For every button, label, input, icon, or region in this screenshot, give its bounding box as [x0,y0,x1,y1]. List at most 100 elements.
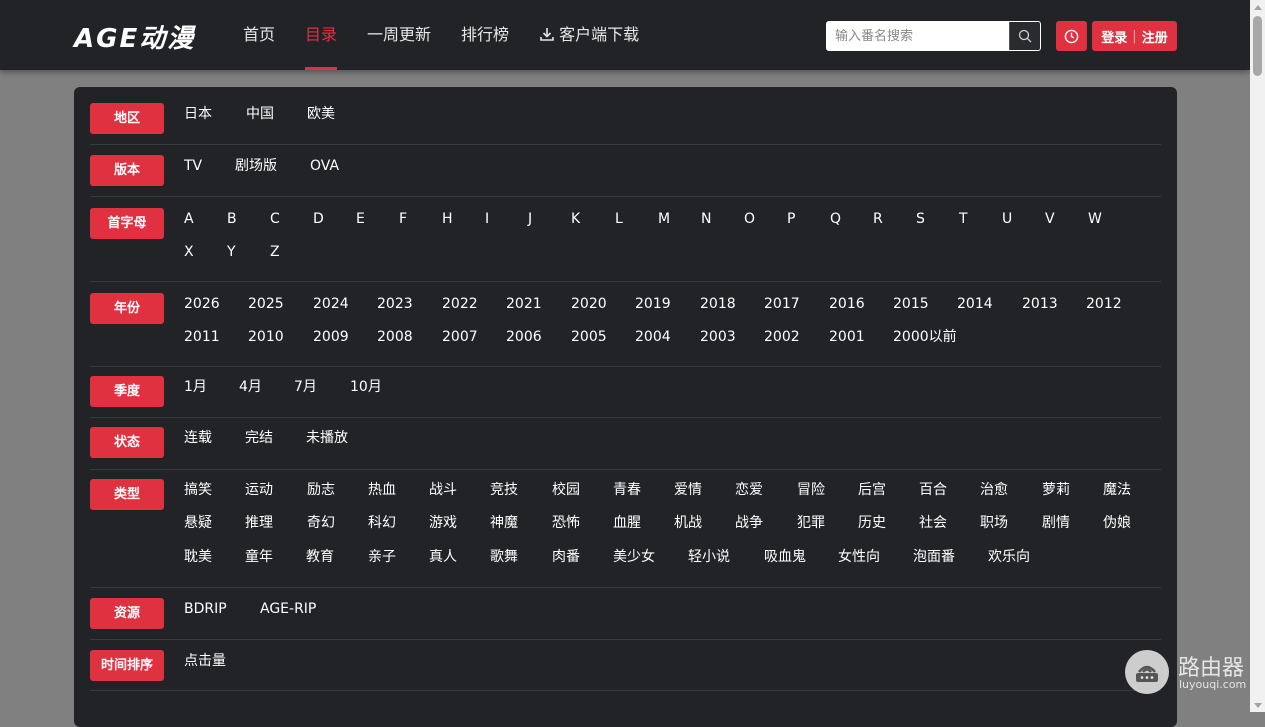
filter-option[interactable]: 伪娘 [1103,513,1131,533]
filter-option[interactable]: 欧美 [307,104,335,124]
filter-option[interactable]: 机战 [674,513,702,533]
filter-option[interactable]: Z [270,242,280,262]
filter-option[interactable]: 血腥 [613,513,641,533]
filter-option[interactable]: E [356,209,365,229]
filter-option[interactable]: 点击量 [184,651,226,671]
filter-option[interactable]: S [916,209,925,229]
filter-option[interactable]: 神魔 [490,513,518,533]
filter-option[interactable]: 励志 [307,480,335,500]
filter-option[interactable]: 2013 [1022,294,1058,314]
filter-option[interactable]: H [442,209,453,229]
filter-option[interactable]: 2004 [635,327,671,347]
filter-option[interactable]: 恐怖 [552,513,580,533]
nav-home[interactable]: 首页 [243,0,275,70]
search-button[interactable] [1009,22,1040,50]
filter-option[interactable]: BDRIP [184,599,227,619]
filter-option[interactable]: 2005 [571,327,607,347]
filter-option[interactable]: 1月 [184,377,207,397]
filter-option[interactable]: 竞技 [490,480,518,500]
filter-option[interactable]: Y [227,242,236,262]
filter-option[interactable]: T [959,209,968,229]
register-link[interactable]: 注册 [1142,27,1168,46]
search-input[interactable] [827,22,1009,50]
nav-catalog[interactable]: 目录 [305,0,338,70]
scroll-up-arrow-icon[interactable] [1250,0,1265,14]
filter-option[interactable]: 2025 [248,294,284,314]
filter-option[interactable]: 萝莉 [1042,480,1070,500]
filter-option[interactable]: 教育 [306,547,334,567]
filter-option[interactable]: O [744,209,755,229]
filter-option[interactable]: 百合 [919,480,947,500]
filter-option[interactable]: 爱情 [674,480,702,500]
filter-option[interactable]: 游戏 [429,513,457,533]
filter-option[interactable]: J [528,209,532,229]
filter-option[interactable]: 轻小说 [688,547,730,567]
filter-option[interactable]: 耽美 [184,547,212,567]
filter-option[interactable]: 战斗 [429,480,457,500]
filter-option[interactable]: 日本 [184,104,212,124]
filter-option[interactable]: 2011 [184,327,220,347]
nav-client-download[interactable]: 客户端下载 [539,0,639,70]
filter-option[interactable]: OVA [310,156,339,176]
filter-option[interactable]: 2019 [635,294,671,314]
filter-option[interactable]: K [571,209,580,229]
filter-option[interactable]: 悬疑 [184,513,212,533]
filter-option[interactable]: 2009 [313,327,349,347]
filter-option[interactable]: A [184,209,194,229]
filter-option[interactable]: 搞笑 [184,480,212,500]
filter-option[interactable]: 2000以前 [893,327,957,347]
filter-option[interactable]: 2007 [442,327,478,347]
filter-option[interactable]: 2001 [829,327,865,347]
filter-option[interactable]: 10月 [350,377,382,397]
filter-option[interactable]: 2006 [506,327,542,347]
filter-option[interactable]: 历史 [858,513,886,533]
filter-option[interactable]: 科幻 [368,513,396,533]
filter-option[interactable]: 真人 [429,547,457,567]
filter-option[interactable]: U [1002,209,1012,229]
filter-option[interactable]: I [485,209,489,229]
filter-option[interactable]: 连载 [184,428,212,448]
filter-option[interactable]: 4月 [239,377,262,397]
filter-option[interactable]: 2026 [184,294,220,314]
filter-option[interactable]: F [399,209,407,229]
filter-option[interactable]: Q [830,209,841,229]
filter-option[interactable]: 冒险 [797,480,825,500]
filter-option[interactable]: 2018 [700,294,736,314]
filter-option[interactable]: C [270,209,280,229]
filter-option[interactable]: 2020 [571,294,607,314]
filter-option[interactable]: 2012 [1086,294,1122,314]
filter-option[interactable]: 魔法 [1103,480,1131,500]
filter-option[interactable]: AGE-RIP [260,599,316,619]
filter-option[interactable]: 校园 [552,480,580,500]
filter-option[interactable]: 中国 [246,104,274,124]
filter-option[interactable]: R [873,209,883,229]
filter-option[interactable]: 治愈 [980,480,1008,500]
filter-option[interactable]: 2016 [829,294,865,314]
filter-option[interactable]: 2002 [764,327,800,347]
filter-option[interactable]: 2021 [506,294,542,314]
filter-option[interactable]: P [787,209,795,229]
filter-option[interactable]: 2003 [700,327,736,347]
filter-option[interactable]: 职场 [980,513,1008,533]
site-logo[interactable]: AGE动漫 [74,18,195,55]
page-scrollbar[interactable] [1250,0,1265,712]
filter-option[interactable]: 奇幻 [307,513,335,533]
filter-option[interactable]: 泡面番 [913,547,955,567]
filter-option[interactable]: 剧情 [1042,513,1070,533]
filter-option[interactable]: M [658,209,670,229]
filter-option[interactable]: 2023 [377,294,413,314]
filter-option[interactable]: B [227,209,237,229]
nav-ranking[interactable]: 排行榜 [461,0,509,70]
filter-option[interactable]: X [184,242,194,262]
login-link[interactable]: 登录 [1101,27,1127,46]
filter-option[interactable]: 2010 [248,327,284,347]
filter-option[interactable]: L [615,209,623,229]
filter-option[interactable]: N [701,209,711,229]
filter-option[interactable]: D [313,209,324,229]
filter-option[interactable]: 恋爱 [735,480,763,500]
filter-option[interactable]: 童年 [245,547,273,567]
filter-option[interactable]: 2014 [957,294,993,314]
filter-option[interactable]: 2015 [893,294,929,314]
filter-option[interactable]: 歌舞 [490,547,518,567]
filter-option[interactable]: 美少女 [613,547,655,567]
